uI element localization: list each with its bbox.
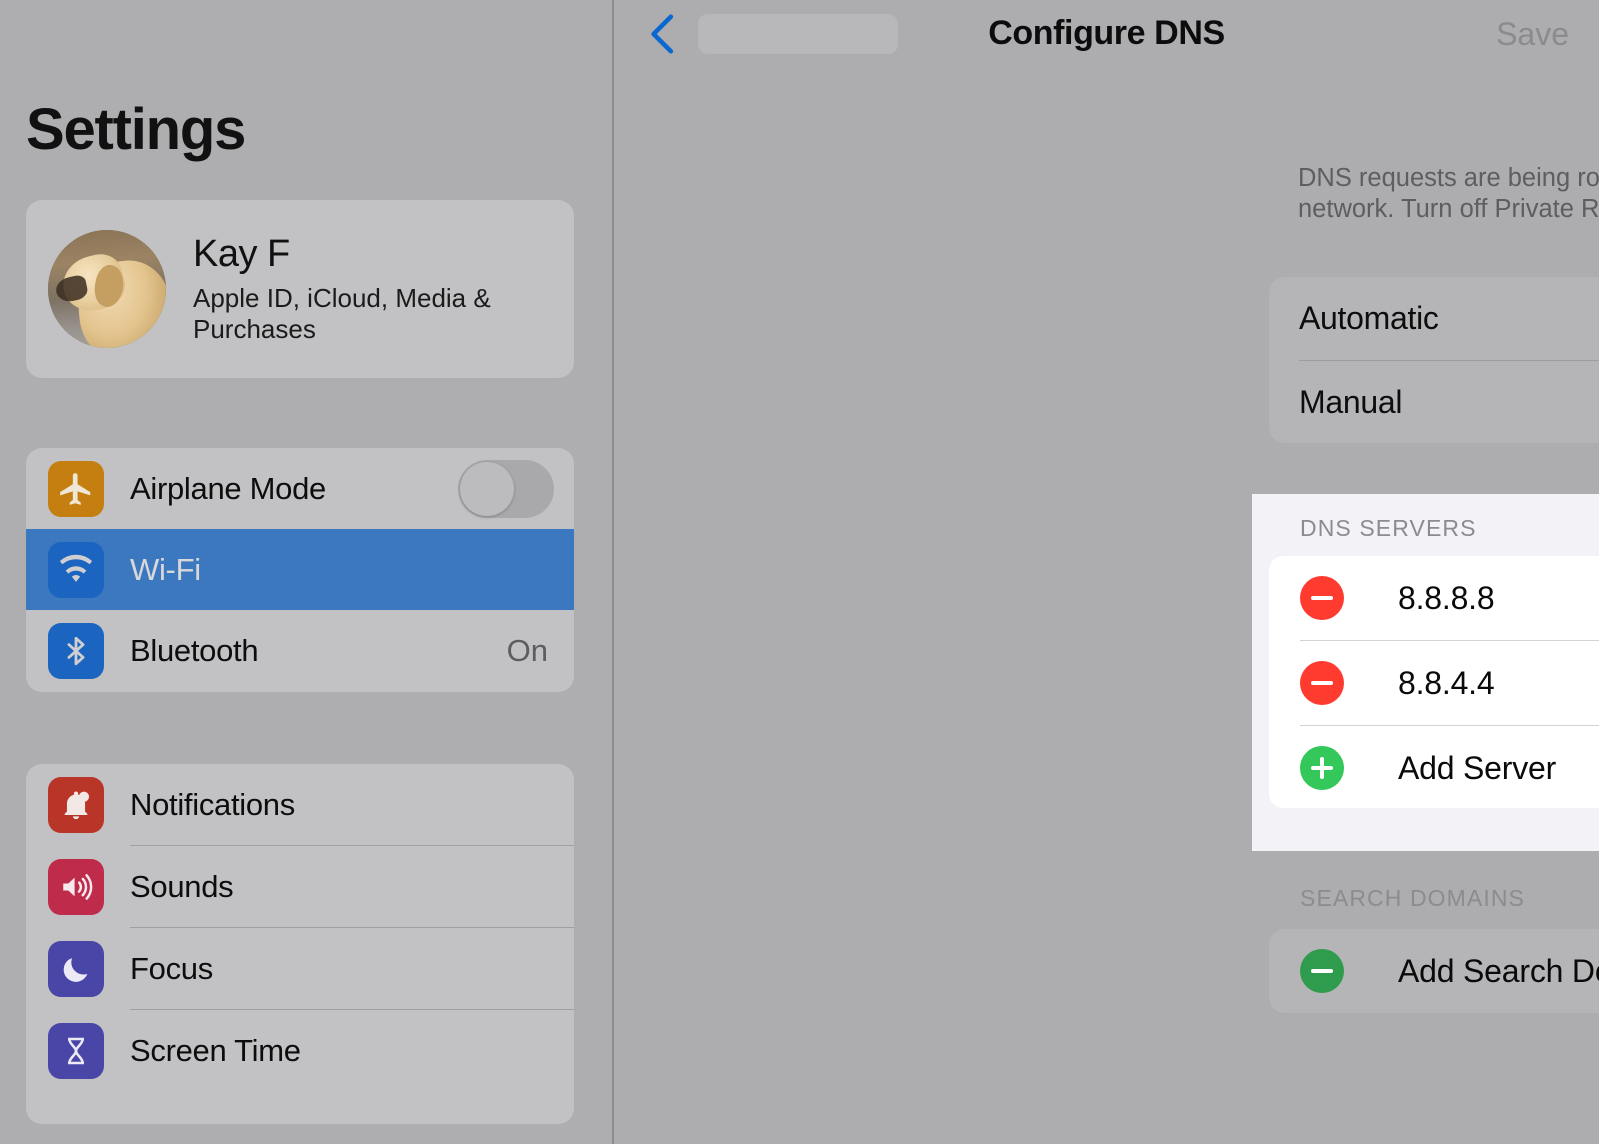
dns-mode-group: Automatic Manual — [1269, 277, 1599, 443]
sidebar-item-bluetooth[interactable]: Bluetooth On — [26, 610, 574, 691]
sidebar-item-label: Notifications — [130, 787, 295, 823]
add-icon[interactable] — [1300, 949, 1344, 993]
settings-sidebar: Settings Kay F Apple ID, iCloud, Media &… — [0, 0, 613, 1144]
add-icon[interactable] — [1300, 746, 1344, 790]
profile-name: Kay F — [193, 233, 552, 276]
option-label: Automatic — [1299, 300, 1439, 337]
settings-group: Notifications Sounds — [26, 764, 574, 1124]
moon-icon — [48, 941, 104, 997]
airplane-icon — [48, 461, 104, 517]
profile-subtitle: Apple ID, iCloud, Media & Purchases — [193, 283, 552, 344]
dns-mode-option-manual[interactable]: Manual — [1269, 361, 1599, 443]
dns-server-row[interactable]: 8.8.4.4 — [1269, 641, 1599, 725]
bell-icon — [48, 777, 104, 833]
bluetooth-status-value: On — [507, 633, 548, 669]
apple-id-profile-row[interactable]: Kay F Apple ID, iCloud, Media & Purchase… — [26, 200, 574, 378]
sidebar-item-wifi[interactable]: Wi-Fi — [26, 529, 574, 610]
avatar — [48, 230, 166, 348]
speaker-icon — [48, 859, 104, 915]
navigation-bar: Configure DNS Save — [614, 0, 1599, 68]
airplane-mode-toggle[interactable] — [458, 460, 554, 518]
search-domains-group: Add Search Domain — [1269, 929, 1599, 1013]
sidebar-item-sounds[interactable]: Sounds — [26, 846, 574, 927]
nav-title: Configure DNS — [614, 14, 1599, 53]
sidebar-item-label: Wi-Fi — [130, 552, 201, 588]
dns-mode-option-automatic[interactable]: Automatic — [1269, 277, 1599, 360]
hourglass-icon — [48, 1023, 104, 1079]
connectivity-group: Airplane Mode Wi-Fi — [26, 448, 574, 692]
option-label: Manual — [1299, 384, 1402, 421]
wifi-icon — [48, 542, 104, 598]
remove-icon[interactable] — [1300, 576, 1344, 620]
dns-servers-header: DNS SERVERS — [1300, 515, 1477, 542]
dns-server-value: 8.8.4.4 — [1398, 665, 1494, 702]
sidebar-item-notifications[interactable]: Notifications — [26, 764, 574, 845]
sidebar-item-label: Focus — [130, 951, 213, 987]
add-server-row[interactable]: Add Server — [1269, 726, 1599, 808]
dns-server-value: 8.8.8.8 — [1398, 580, 1494, 617]
dns-servers-group: 8.8.8.8 8.8.4.4 Add Server — [1269, 556, 1599, 808]
page-title: Settings — [26, 96, 245, 163]
sidebar-item-label: Airplane Mode — [130, 471, 326, 507]
remove-icon[interactable] — [1300, 661, 1344, 705]
search-domains-header: SEARCH DOMAINS — [1300, 885, 1525, 912]
save-button[interactable]: Save — [1496, 16, 1569, 53]
sidebar-item-label: Sounds — [130, 869, 233, 905]
sidebar-item-screen-time[interactable]: Screen Time — [26, 1010, 574, 1091]
sidebar-item-airplane-mode[interactable]: Airplane Mode — [26, 448, 574, 529]
ipad-settings-screen: Settings Kay F Apple ID, iCloud, Media &… — [0, 0, 1599, 1144]
sidebar-item-label: Screen Time — [130, 1033, 301, 1069]
private-relay-footnote: DNS requests are being routed by iCloud … — [1298, 163, 1599, 224]
sidebar-item-focus[interactable]: Focus — [26, 928, 574, 1009]
bluetooth-icon — [48, 623, 104, 679]
configure-dns-panel: Configure DNS Save DNS requests are bein… — [614, 0, 1599, 1144]
add-server-label: Add Server — [1398, 750, 1556, 787]
sidebar-item-label: Bluetooth — [130, 633, 258, 669]
add-search-domain-label: Add Search Domain — [1398, 953, 1599, 990]
add-search-domain-row[interactable]: Add Search Domain — [1269, 929, 1599, 1013]
dns-server-row[interactable]: 8.8.8.8 — [1269, 556, 1599, 640]
